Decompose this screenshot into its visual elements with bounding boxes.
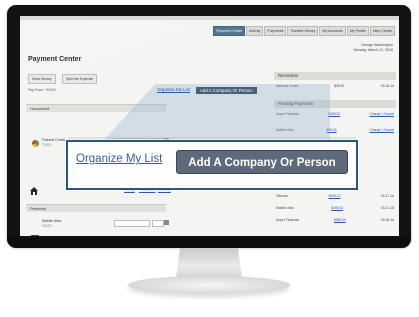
payee-account: TXXX xyxy=(42,143,52,147)
add-company-or-person-button[interactable]: Add A Company Or Person xyxy=(176,150,348,174)
user-info: George Washington Monday, March 21, 2016 xyxy=(354,43,394,53)
reminder-amount: $95.00 xyxy=(334,84,345,88)
pay-from-label: Pay From: *XXXX xyxy=(28,88,56,92)
monitor-stand-base xyxy=(128,276,290,294)
personal-payee-label[interactable]: Mobile Ultra xyxy=(42,219,61,223)
document-icon xyxy=(31,235,39,236)
pending-amount[interactable]: $106.13 xyxy=(329,194,341,198)
pending-row: Mobile Ultra $196.13 03-17-16 xyxy=(276,206,394,210)
pending-date: 03-08-16 xyxy=(380,218,394,222)
pending-amount[interactable]: $298.00 xyxy=(328,112,340,116)
send-money-button[interactable]: Send Money xyxy=(28,74,56,84)
tab-transfer-money[interactable]: Transfer Money xyxy=(287,26,319,36)
monitor-stand-neck xyxy=(176,248,242,278)
personal-payee-account: *0123 xyxy=(42,224,52,228)
tab-payments[interactable]: Payments xyxy=(264,26,287,36)
personal-section-header: Personal xyxy=(26,204,166,212)
reminder-date: 03-18-16 xyxy=(380,84,394,88)
monitor-chin xyxy=(7,238,411,248)
personal-calendar-icon[interactable] xyxy=(164,220,169,225)
tab-my-accounts[interactable]: My Accounts xyxy=(319,26,346,36)
main-nav-tabs: Payment Center Activity Payments Transfe… xyxy=(213,26,395,36)
pending-date: 03-17-16 xyxy=(380,194,394,198)
tab-payment-center[interactable]: Payment Center xyxy=(213,26,246,36)
browser-top-bar xyxy=(20,16,399,20)
pending-name: Mobile Ultra xyxy=(276,206,294,210)
pending-name: Telecom xyxy=(276,194,289,198)
split-expense-button[interactable]: Split the Expense xyxy=(62,74,98,84)
add-company-small-button[interactable]: Add A Company Or Person xyxy=(195,87,257,94)
pie-chart-icon xyxy=(32,140,39,147)
tab-help-center[interactable]: Help Center xyxy=(369,26,395,36)
page-title: Payment Center xyxy=(28,56,82,63)
house-icon xyxy=(30,187,38,195)
pending-name: Super Financial xyxy=(276,218,299,222)
change-cancel-link[interactable]: Change | Cancel xyxy=(370,112,395,116)
pending-amount[interactable]: $196.13 xyxy=(331,206,343,210)
pending-row: Telecom $106.13 03-17-16 xyxy=(276,194,394,198)
pending-amount[interactable]: $285.00 xyxy=(334,218,346,222)
pending-row: Super Financial $285.00 03-08-16 xyxy=(276,218,394,222)
tab-activity[interactable]: Activity xyxy=(246,26,264,36)
reminders-header: Reminders xyxy=(274,72,396,80)
personal-date-input[interactable] xyxy=(152,220,164,227)
pending-date: 03-17-16 xyxy=(380,206,394,210)
tab-my-profile[interactable]: My Profile xyxy=(346,26,369,36)
organize-list-small-link[interactable]: Organize My List xyxy=(157,87,190,94)
change-cancel-link[interactable]: Change | Cancel xyxy=(370,128,395,132)
monitor-scene: Payment Center Activity Payments Transfe… xyxy=(0,0,419,317)
payee-label[interactable]: Federal Credit xyxy=(42,138,65,142)
current-date: Monday, March 21, 2016 xyxy=(353,48,394,52)
zoom-source-links: Organize My List Add A Company Or Person xyxy=(157,87,257,94)
organize-my-list-link[interactable]: Organize My List xyxy=(76,153,162,165)
personal-amount-input[interactable] xyxy=(114,220,150,227)
